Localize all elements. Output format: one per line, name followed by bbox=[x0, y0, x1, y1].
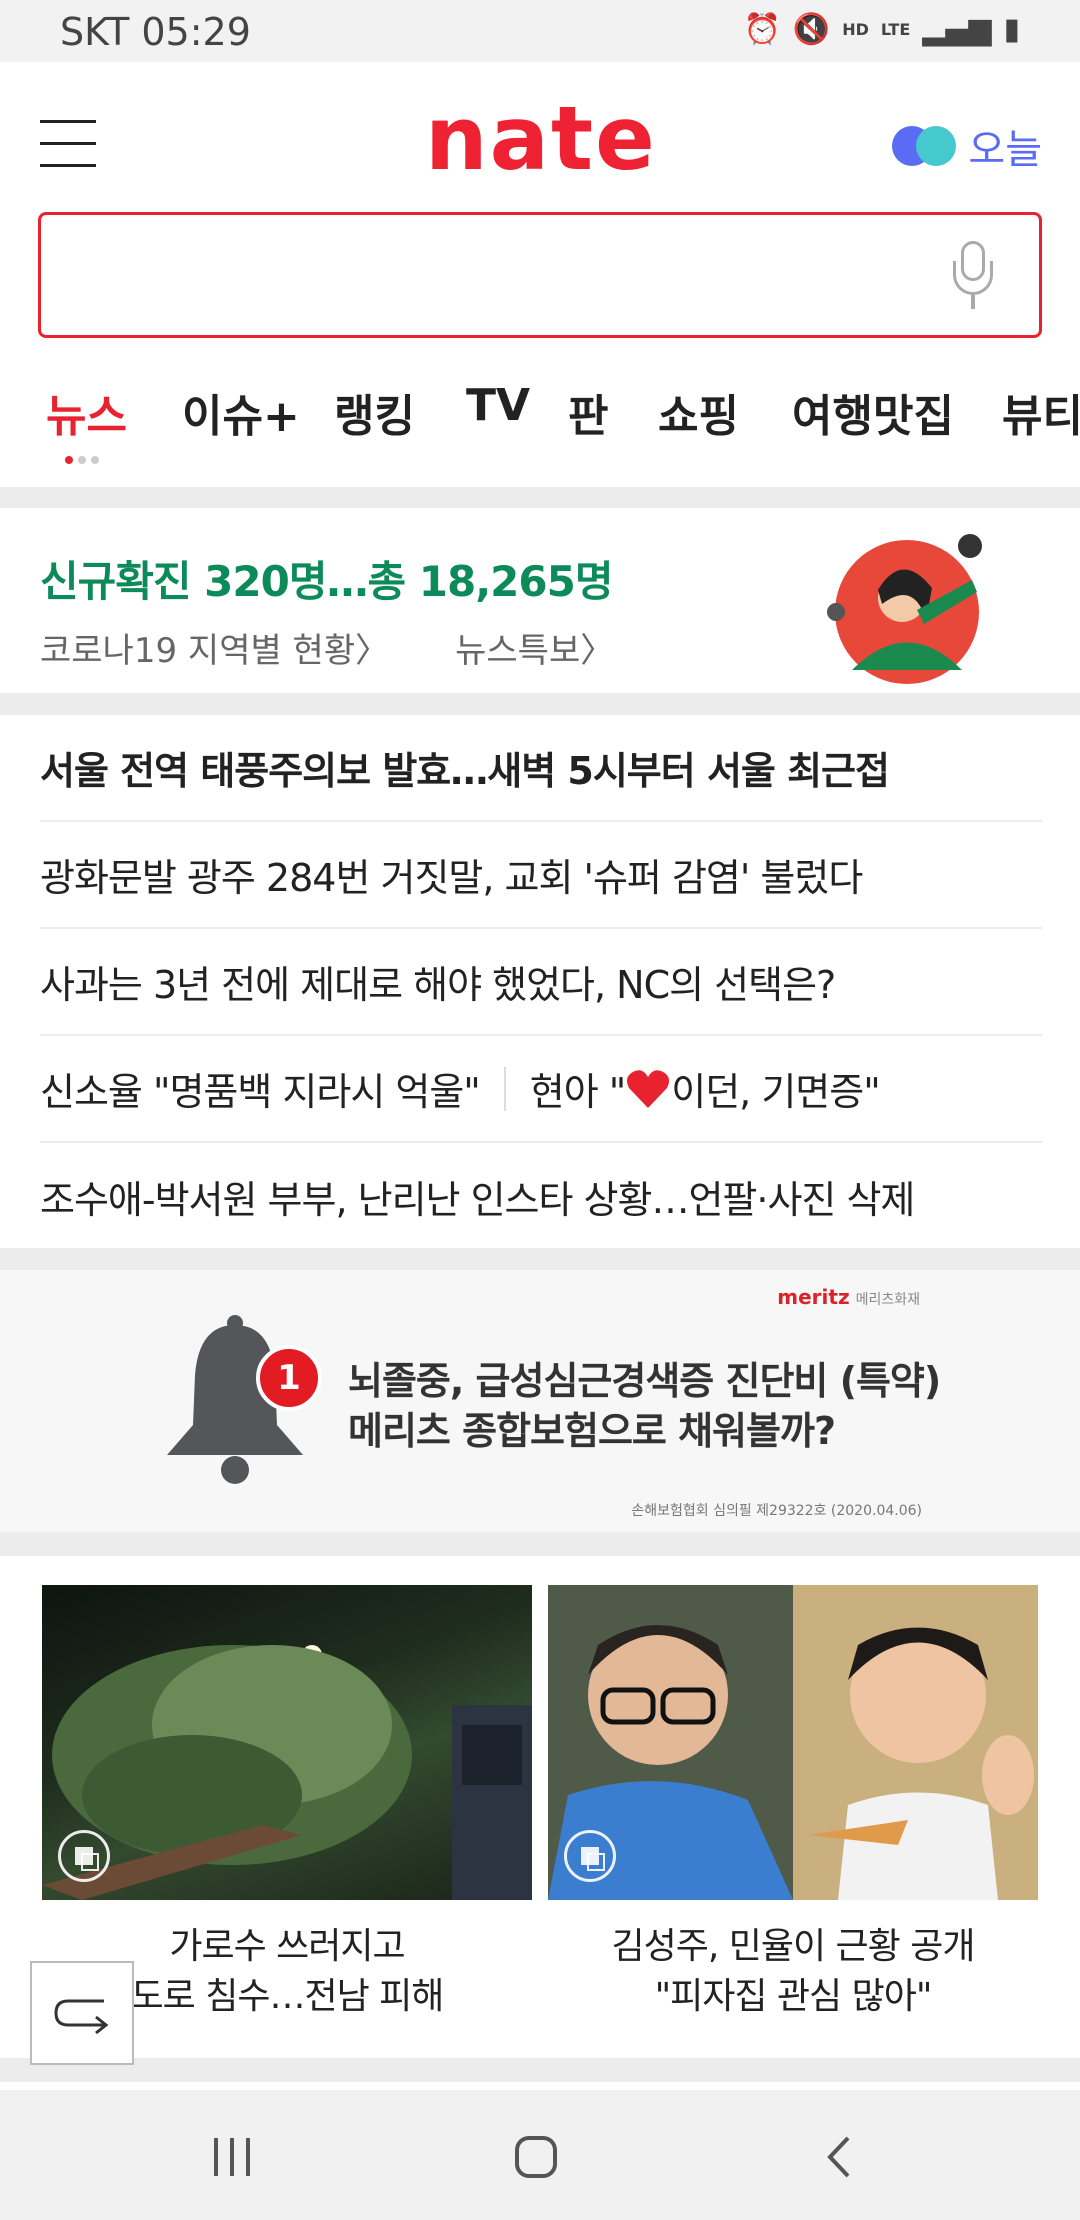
photo-cards: 가로수 쓰러지고 도로 침수…전남 피해 김성주, 민율이 근황 공개 "피자집… bbox=[0, 1565, 1080, 2055]
news-bulletin-link[interactable]: 뉴스특보〉 bbox=[455, 623, 614, 672]
tab-pann[interactable]: 판 bbox=[568, 380, 608, 444]
tab-travel-food[interactable]: 여행맛집 bbox=[792, 380, 954, 444]
nate-logo[interactable]: nate bbox=[425, 87, 657, 190]
photo-card[interactable]: 김성주, 민율이 근황 공개 "피자집 관심 많아" bbox=[548, 1585, 1038, 2022]
mute-icon: 🔇 bbox=[792, 12, 831, 47]
news-item[interactable]: 서울 전역 태풍주의보 발효…새벽 5시부터 서울 최근접 bbox=[40, 715, 1042, 822]
tab-beauty[interactable]: 뷰티 bbox=[1002, 380, 1080, 444]
home-icon[interactable] bbox=[515, 2136, 557, 2178]
tab-ranking[interactable]: 랭킹 bbox=[334, 380, 415, 444]
today-dot-icon bbox=[916, 126, 957, 166]
tree-photo-art bbox=[42, 1645, 532, 1900]
news-item-split: 신소율 "명품백 지라시 억울" 현아 " 이던, 기면증" bbox=[40, 1036, 1042, 1143]
divider bbox=[0, 487, 1080, 508]
news-item[interactable]: 현아 " 이던, 기면증" bbox=[529, 1061, 881, 1116]
status-bar: SKT 05:29 ⏰ 🔇 HD LTE ▂▄▆ ▮ bbox=[0, 0, 1080, 62]
news-item[interactable]: 신소율 "명품백 지라시 억울" bbox=[40, 1061, 481, 1116]
divider bbox=[0, 1248, 1080, 1270]
ad-disclaimer: 손해보험협회 심의필 제29322호 (2020.04.06) bbox=[631, 1503, 922, 1519]
tab-issue[interactable]: 이슈+ bbox=[182, 380, 300, 444]
divider bbox=[0, 2058, 1080, 2082]
heart-icon bbox=[627, 1069, 670, 1108]
lte-icon: LTE bbox=[880, 20, 911, 39]
celebrity-photo bbox=[548, 1585, 1038, 1900]
carrier-time: SKT 05:29 bbox=[60, 10, 251, 54]
today-label: 오늘 bbox=[968, 127, 1042, 173]
ad-brand: meritz 메리츠화재 bbox=[777, 1285, 920, 1309]
news-item-text: 이던, 기면증" bbox=[671, 1070, 880, 1114]
alarm-icon: ⏰ bbox=[743, 12, 781, 47]
photo-card[interactable]: 가로수 쓰러지고 도로 침수…전남 피해 bbox=[42, 1585, 532, 2022]
hd-voice-icon: HD bbox=[842, 20, 869, 39]
notification-badge: 1 bbox=[256, 1345, 322, 1411]
covid-headline[interactable]: 신규확진 320명…총 18,265명 bbox=[40, 548, 613, 609]
return-arrow-icon bbox=[54, 1999, 109, 2035]
divider bbox=[503, 1066, 506, 1111]
ad-banner[interactable]: meritz 메리츠화재 1 뇌졸중, 급성심근경색증 진단비 (특약) 메리츠 … bbox=[0, 1270, 1080, 1532]
search-box bbox=[38, 212, 1042, 338]
divider bbox=[0, 693, 1080, 715]
card-caption-line: "피자집 관심 많아" bbox=[654, 1976, 933, 2017]
gallery-icon bbox=[58, 1830, 110, 1882]
tab-shopping[interactable]: 쇼핑 bbox=[658, 380, 739, 444]
battery-icon: ▮ bbox=[1003, 12, 1020, 47]
ad-brand-name: meritz bbox=[777, 1285, 850, 1309]
signal-icon: ▂▄▆ bbox=[922, 12, 992, 47]
return-button[interactable] bbox=[30, 1961, 134, 2065]
tab-page-indicator bbox=[65, 456, 99, 464]
ad-brand-sub: 메리츠화재 bbox=[855, 1292, 920, 1308]
celebrity-photo-art bbox=[548, 1585, 1038, 1900]
ad-subline: 메리츠 종합보험으로 채워볼까? bbox=[348, 1409, 836, 1453]
news-item[interactable]: 사과는 3년 전에 제대로 해야 했었다, NC의 선택은? bbox=[40, 929, 1042, 1036]
covid-links: 코로나19 지역별 현황〉 뉴스특보〉 bbox=[40, 623, 614, 672]
news-list: 서울 전역 태풍주의보 발효…새벽 5시부터 서울 최근접 광화문발 광주 28… bbox=[40, 715, 1042, 1250]
status-icons: ⏰ 🔇 HD LTE ▂▄▆ ▮ bbox=[743, 12, 1020, 47]
microphone-icon[interactable] bbox=[953, 241, 993, 311]
covid-banner[interactable]: 신규확진 320명…총 18,265명 코로나19 지역별 현황〉 뉴스특보〉 bbox=[0, 508, 1080, 693]
recent-apps-icon[interactable] bbox=[214, 2138, 250, 2176]
news-item[interactable]: 광화문발 광주 284번 거짓말, 교회 '슈퍼 감염' 불렀다 bbox=[40, 822, 1042, 929]
news-item[interactable]: 조수애-박서원 부부, 난리난 인스타 상황…언팔·사진 삭제 bbox=[40, 1143, 1042, 1250]
card-caption-line: 김성주, 민율이 근황 공개 bbox=[611, 1926, 976, 1967]
today-button[interactable]: 오늘 bbox=[892, 117, 1042, 175]
news-item-text: 현아 " bbox=[529, 1070, 626, 1114]
covid-illustration-icon bbox=[827, 534, 982, 684]
search-input[interactable] bbox=[41, 215, 921, 335]
back-icon[interactable] bbox=[826, 2134, 852, 2180]
storm-photo bbox=[42, 1585, 532, 1900]
ad-headline: 뇌졸중, 급성심근경색증 진단비 (특약) bbox=[348, 1359, 941, 1403]
tab-news[interactable]: 뉴스 bbox=[46, 380, 127, 444]
menu-icon[interactable] bbox=[40, 120, 96, 168]
tab-tv[interactable]: TV bbox=[466, 380, 530, 431]
header: nate 오늘 bbox=[0, 62, 1080, 207]
divider bbox=[0, 1532, 1080, 1556]
system-nav-bar bbox=[0, 2090, 1080, 2220]
covid-region-link[interactable]: 코로나19 지역별 현황〉 bbox=[40, 623, 389, 672]
gallery-icon bbox=[564, 1830, 616, 1882]
card-caption: 김성주, 민율이 근황 공개 "피자집 관심 많아" bbox=[548, 1922, 1038, 2022]
category-tabs: 뉴스 이슈+ 랭킹 TV 판 쇼핑 여행맛집 뷰티 bbox=[0, 380, 1080, 475]
